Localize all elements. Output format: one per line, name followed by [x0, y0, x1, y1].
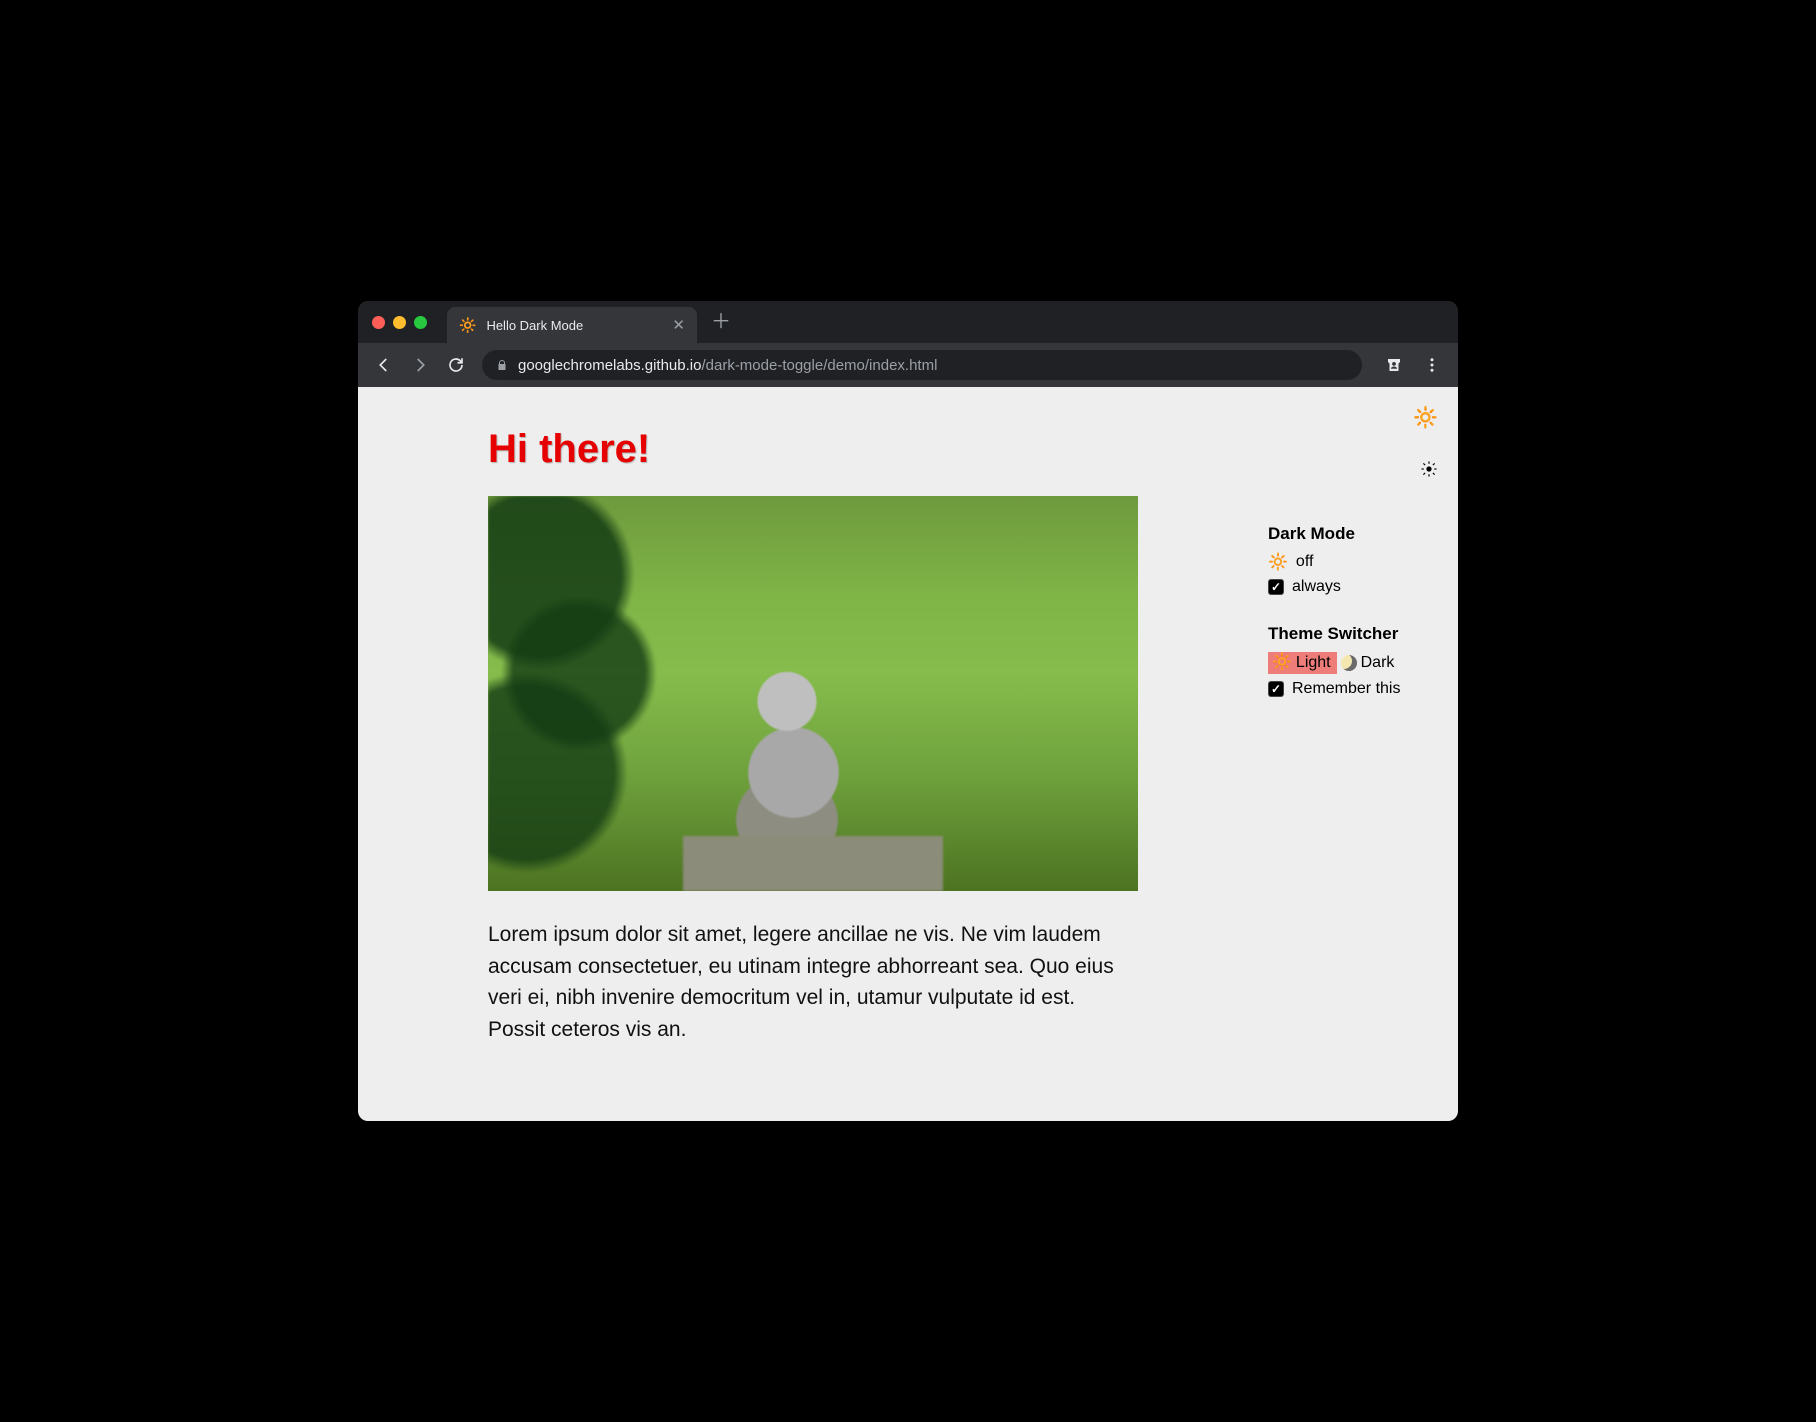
window-maximize-button[interactable]	[414, 316, 427, 329]
browser-window: 🔆 Hello Dark Mode ✕ ＋ googlechromelabs.g…	[358, 301, 1458, 1121]
dark-mode-always-row: always	[1268, 578, 1438, 596]
url-path: /dark-mode-toggle/demo/index.html	[701, 357, 937, 374]
tab-close-icon[interactable]: ✕	[672, 318, 685, 333]
dark-mode-title: Dark Mode	[1268, 524, 1438, 544]
url-text: googlechromelabs.github.io/dark-mode-tog…	[518, 357, 937, 374]
page-content: Hi there! Lorem ipsum dolor sit amet, le…	[358, 387, 1268, 1121]
toolbar-right	[1378, 349, 1448, 381]
new-tab-button[interactable]: ＋	[711, 312, 731, 332]
dark-mode-state-row[interactable]: 🔆 off	[1268, 552, 1438, 572]
light-label: Light	[1296, 654, 1331, 672]
browser-toolbar: googlechromelabs.github.io/dark-mode-tog…	[358, 343, 1458, 387]
page-viewport: Hi there! Lorem ipsum dolor sit amet, le…	[358, 387, 1458, 1121]
traffic-lights	[372, 316, 427, 329]
browser-tab[interactable]: 🔆 Hello Dark Mode ✕	[447, 307, 697, 343]
light-icon: 🔆	[1272, 655, 1292, 671]
theme-remember-label: Remember this	[1292, 680, 1400, 698]
theme-remember-checkbox[interactable]	[1268, 681, 1284, 697]
reload-button[interactable]	[440, 349, 472, 381]
dark-mode-state-icon: 🔆	[1268, 552, 1288, 572]
body-paragraph: Lorem ipsum dolor sit amet, legere ancil…	[488, 919, 1138, 1045]
tab-favicon: 🔆	[459, 318, 476, 332]
aside-top-icons: 🔆	[1268, 405, 1438, 478]
theme-remember-row: Remember this	[1268, 680, 1438, 698]
url-host: googlechromelabs.github.io	[518, 357, 701, 374]
brightness-icon[interactable]	[1420, 460, 1438, 478]
dark-mode-widget: Dark Mode 🔆 off always	[1268, 524, 1438, 596]
menu-button[interactable]	[1416, 349, 1448, 381]
theme-switcher-options: 🔆 Light Dark	[1268, 652, 1438, 674]
theme-switcher-title: Theme Switcher	[1268, 624, 1438, 644]
dark-label: Dark	[1361, 654, 1395, 672]
address-bar[interactable]: googlechromelabs.github.io/dark-mode-tog…	[482, 350, 1362, 380]
lock-icon	[496, 358, 508, 372]
theme-option-light[interactable]: 🔆 Light	[1268, 652, 1337, 674]
window-minimize-button[interactable]	[393, 316, 406, 329]
page-heading: Hi there!	[488, 427, 1138, 472]
dark-mode-always-checkbox[interactable]	[1268, 579, 1284, 595]
dark-mode-state-label: off	[1296, 553, 1314, 571]
hero-image	[488, 496, 1138, 891]
sun-emoji-icon[interactable]: 🔆	[1413, 405, 1438, 430]
forward-button[interactable]	[404, 349, 436, 381]
window-close-button[interactable]	[372, 316, 385, 329]
tab-title: Hello Dark Mode	[486, 318, 662, 333]
article: Hi there! Lorem ipsum dolor sit amet, le…	[488, 427, 1138, 1091]
back-button[interactable]	[368, 349, 400, 381]
theme-option-dark[interactable]: Dark	[1337, 652, 1401, 674]
moon-icon	[1341, 655, 1357, 671]
profile-button[interactable]	[1378, 349, 1410, 381]
dark-mode-always-label: always	[1292, 578, 1341, 596]
theme-switcher-widget: Theme Switcher 🔆 Light Dark Remember thi…	[1268, 624, 1438, 698]
tab-strip: 🔆 Hello Dark Mode ✕ ＋	[358, 301, 1458, 343]
aside: 🔆 Dark Mode 🔆 off always Theme Switcher	[1268, 387, 1458, 1121]
